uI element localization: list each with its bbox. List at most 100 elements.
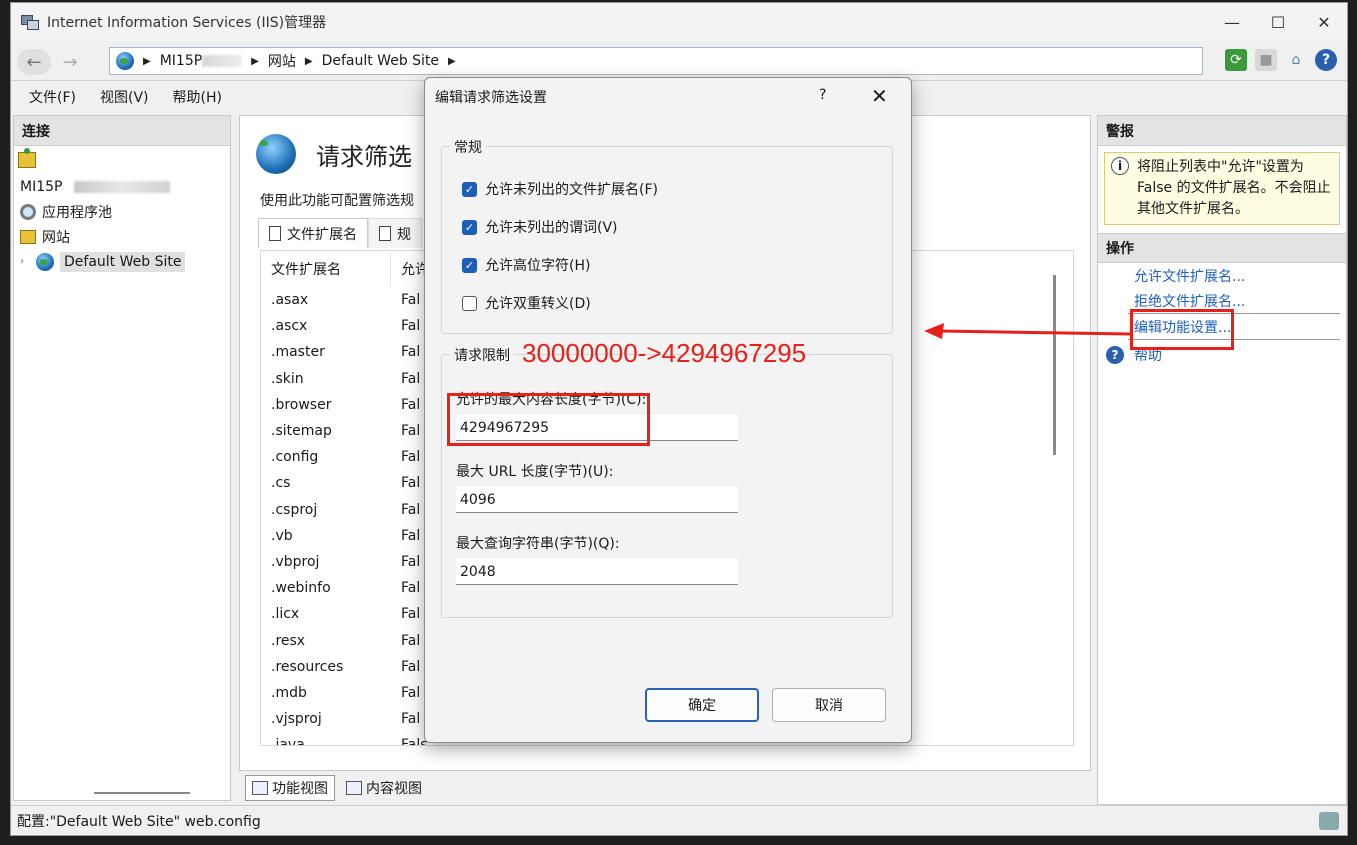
view-switcher: 功能视图 内容视图 (245, 775, 429, 801)
features-view-button[interactable]: 功能视图 (245, 775, 335, 801)
column-header-extension[interactable]: 文件扩展名 (261, 251, 391, 287)
view-label: 内容视图 (366, 781, 422, 797)
tree-item-app-pools[interactable]: 应用程序池 (20, 199, 230, 224)
network-status-icon (1319, 812, 1339, 830)
connect-icon[interactable] (18, 148, 36, 168)
tree-item-sites[interactable]: 网站 (20, 224, 230, 249)
extension-cell: .ascx (271, 318, 308, 335)
tree-item-server[interactable]: MI15P (20, 174, 230, 199)
chevron-right-icon: ▶ (251, 55, 259, 67)
cancel-button[interactable]: 取消 (772, 688, 886, 722)
extension-cell: .sitemap (271, 423, 332, 440)
minimize-button[interactable]: — (1209, 3, 1255, 41)
close-button[interactable]: ✕ (1301, 3, 1347, 41)
annotation-highlight-input (447, 393, 650, 446)
iis-app-icon (21, 13, 39, 31)
extension-cell: .webinfo (271, 580, 331, 597)
checkbox-label: 允许未列出的文件扩展名(F) (485, 182, 658, 198)
checkbox[interactable]: ✓ (462, 181, 477, 197)
tree-item-label: 网站 (42, 229, 70, 246)
globe-icon (256, 134, 296, 174)
annotation-arrow-icon (924, 323, 1131, 339)
actions-panel: 警报 i 将阻止列表中"允许"设置为 False 的文件扩展名。不会阻止其他文件… (1097, 115, 1347, 805)
extension-cell: .asax (271, 292, 309, 309)
annotation-text: 30000000->4294967295 (522, 338, 807, 368)
tab-label: 规 (397, 226, 411, 243)
tab-file-extensions[interactable]: 文件扩展名 (258, 218, 368, 248)
breadcrumb-server[interactable]: MI15P (160, 53, 202, 69)
refresh-icon[interactable]: ⟳ (1225, 49, 1247, 71)
max-query-string-input[interactable] (456, 559, 738, 585)
back-button[interactable]: ← (17, 49, 51, 75)
view-label: 功能视图 (272, 781, 328, 797)
help-icon[interactable]: ? (1315, 49, 1337, 71)
allowed-cell: Fal (401, 344, 421, 361)
tree-item-label: Default Web Site (60, 251, 186, 272)
chevron-right-icon[interactable]: › (20, 256, 30, 267)
globe-icon (36, 252, 54, 271)
menu-file[interactable]: 文件(F) (29, 87, 76, 107)
checkbox[interactable]: ✓ (462, 257, 477, 273)
max-url-length-input[interactable] (456, 487, 738, 513)
extension-cell: .mdb (271, 684, 307, 701)
max-query-string-label: 最大查询字符串(字节)(Q): (456, 536, 620, 552)
allowed-cell: Fal (401, 423, 421, 440)
status-bar: 配置:"Default Web Site" web.config (11, 805, 1347, 835)
breadcrumb[interactable]: ▶ MI15P ▶ 网站 ▶ Default Web Site ▶ (109, 47, 1203, 75)
allowed-cell: Fal (401, 449, 421, 466)
allowed-cell: Fal (401, 580, 421, 597)
dialog-close-button[interactable]: ✕ (871, 84, 888, 108)
group-label: 常规 (450, 137, 486, 157)
horizontal-scrollbar[interactable] (94, 792, 190, 794)
vertical-scrollbar[interactable] (1053, 275, 1056, 455)
forward-button[interactable]: → (53, 49, 87, 75)
tree-item-label: 应用程序池 (42, 204, 112, 221)
checkbox-allow-double-escaping[interactable]: 允许双重转义(D) (462, 293, 591, 313)
arrow-left-icon: ← (26, 51, 42, 73)
allowed-cell: Fal (401, 553, 421, 570)
feature-tabs: 文件扩展名 规 (258, 218, 422, 248)
alert-message-box: i 将阻止列表中"允许"设置为 False 的文件扩展名。不会阻止其他文件扩展名… (1104, 152, 1340, 225)
rules-icon (379, 226, 391, 241)
breadcrumb-site[interactable]: Default Web Site (322, 53, 439, 69)
checkbox-allow-unlisted-extensions[interactable]: ✓ 允许未列出的文件扩展名(F) (462, 179, 658, 199)
allowed-cell: Fal (401, 475, 421, 492)
allow-extension-link[interactable]: 允许文件扩展名... (1098, 263, 1346, 288)
checkbox-allow-unlisted-verbs[interactable]: ✓ 允许未列出的谓词(V) (462, 217, 618, 237)
dialog-help-button[interactable]: ? (819, 87, 826, 103)
extension-cell: .master (271, 344, 325, 361)
title-bar: Internet Information Services (IIS)管理器 —… (11, 3, 1347, 41)
tab-label: 文件扩展名 (287, 226, 357, 243)
breadcrumb-sites[interactable]: 网站 (268, 51, 296, 71)
alerts-header: 警报 (1098, 116, 1346, 146)
info-icon: i (1111, 157, 1129, 175)
allowed-cell: Fal (401, 501, 421, 518)
checkbox-allow-high-bit[interactable]: ✓ 允许高位字符(H) (462, 255, 590, 275)
extension-cell: .config (271, 449, 319, 466)
window-title: Internet Information Services (IIS)管理器 (47, 15, 327, 31)
extension-cell: .csproj (271, 501, 318, 518)
annotation-highlight-link (1130, 309, 1234, 350)
stop-icon[interactable]: ■ (1255, 49, 1277, 71)
ok-button[interactable]: 确定 (645, 688, 759, 722)
tab-rules[interactable]: 规 (368, 218, 422, 248)
document-icon (269, 226, 281, 241)
server-name: MI15P (20, 178, 63, 195)
content-view-button[interactable]: 内容视图 (339, 775, 429, 801)
connections-tree: MI15P 应用程序池 网站 › Default Web Site (14, 174, 230, 274)
alert-message: 将阻止列表中"允许"设置为 False 的文件扩展名。不会阻止其他文件扩展名。 (1137, 159, 1331, 217)
menu-view[interactable]: 视图(V) (100, 87, 149, 107)
tree-item-default-site[interactable]: › Default Web Site (20, 249, 230, 274)
menu-help[interactable]: 帮助(H) (173, 87, 222, 107)
maximize-button[interactable]: ☐ (1255, 3, 1301, 41)
checkbox-label: 允许双重转义(D) (485, 296, 591, 312)
extension-cell: .browser (271, 396, 332, 413)
checkbox[interactable] (462, 295, 477, 311)
extension-cell: .vb (271, 527, 293, 544)
extension-cell: .vbproj (271, 553, 320, 570)
allowed-cell: Fals (401, 737, 428, 746)
globe-icon (116, 52, 134, 70)
home-icon[interactable]: ⌂ (1285, 49, 1307, 71)
redacted-text (74, 180, 171, 193)
checkbox[interactable]: ✓ (462, 219, 477, 235)
